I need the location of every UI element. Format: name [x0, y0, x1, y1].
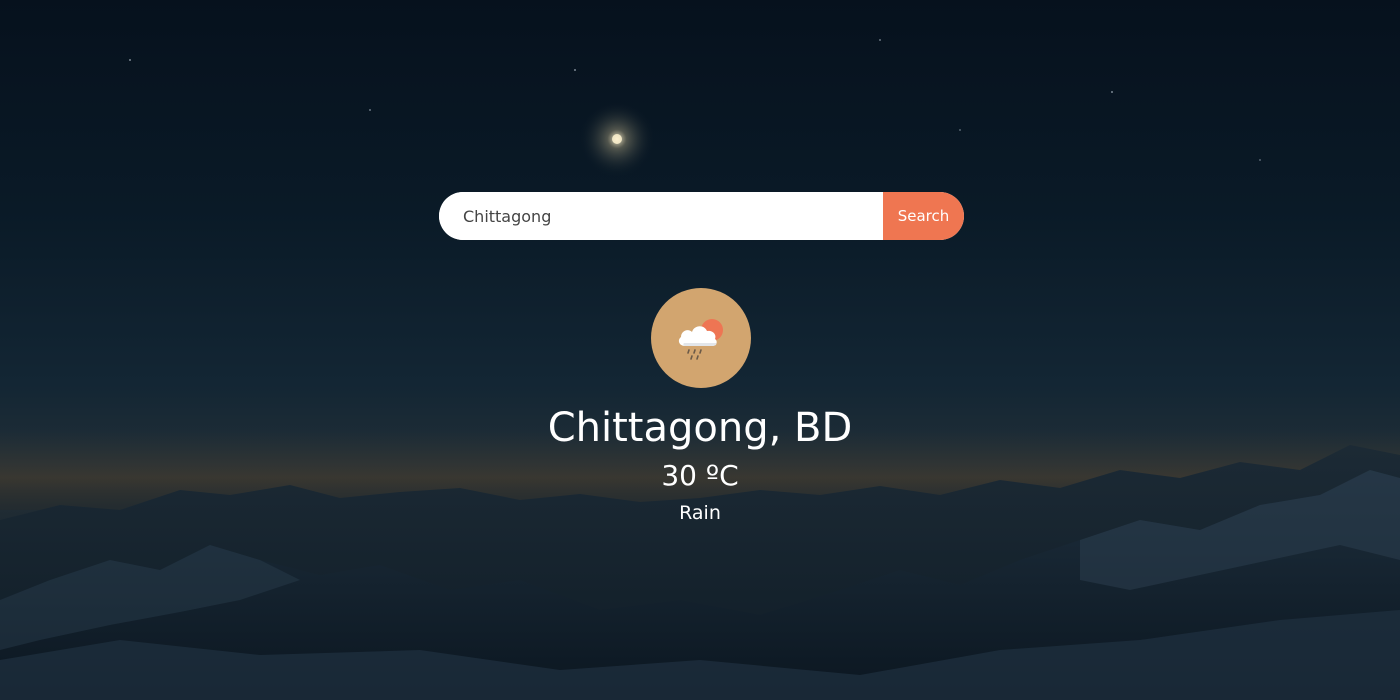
weather-app: Search Chittagong, BD 30 ºC Rain	[0, 0, 1400, 700]
search-button[interactable]: Search	[883, 192, 964, 240]
weather-condition: Rain	[679, 502, 721, 524]
temperature-value: 30 ºC	[661, 459, 739, 492]
weather-icon-circle	[651, 288, 751, 388]
cloud-rain-sun-icon	[678, 319, 723, 360]
location-name: Chittagong, BD	[547, 405, 853, 451]
search-bar: Search	[439, 192, 964, 240]
city-search-input[interactable]	[439, 192, 883, 240]
